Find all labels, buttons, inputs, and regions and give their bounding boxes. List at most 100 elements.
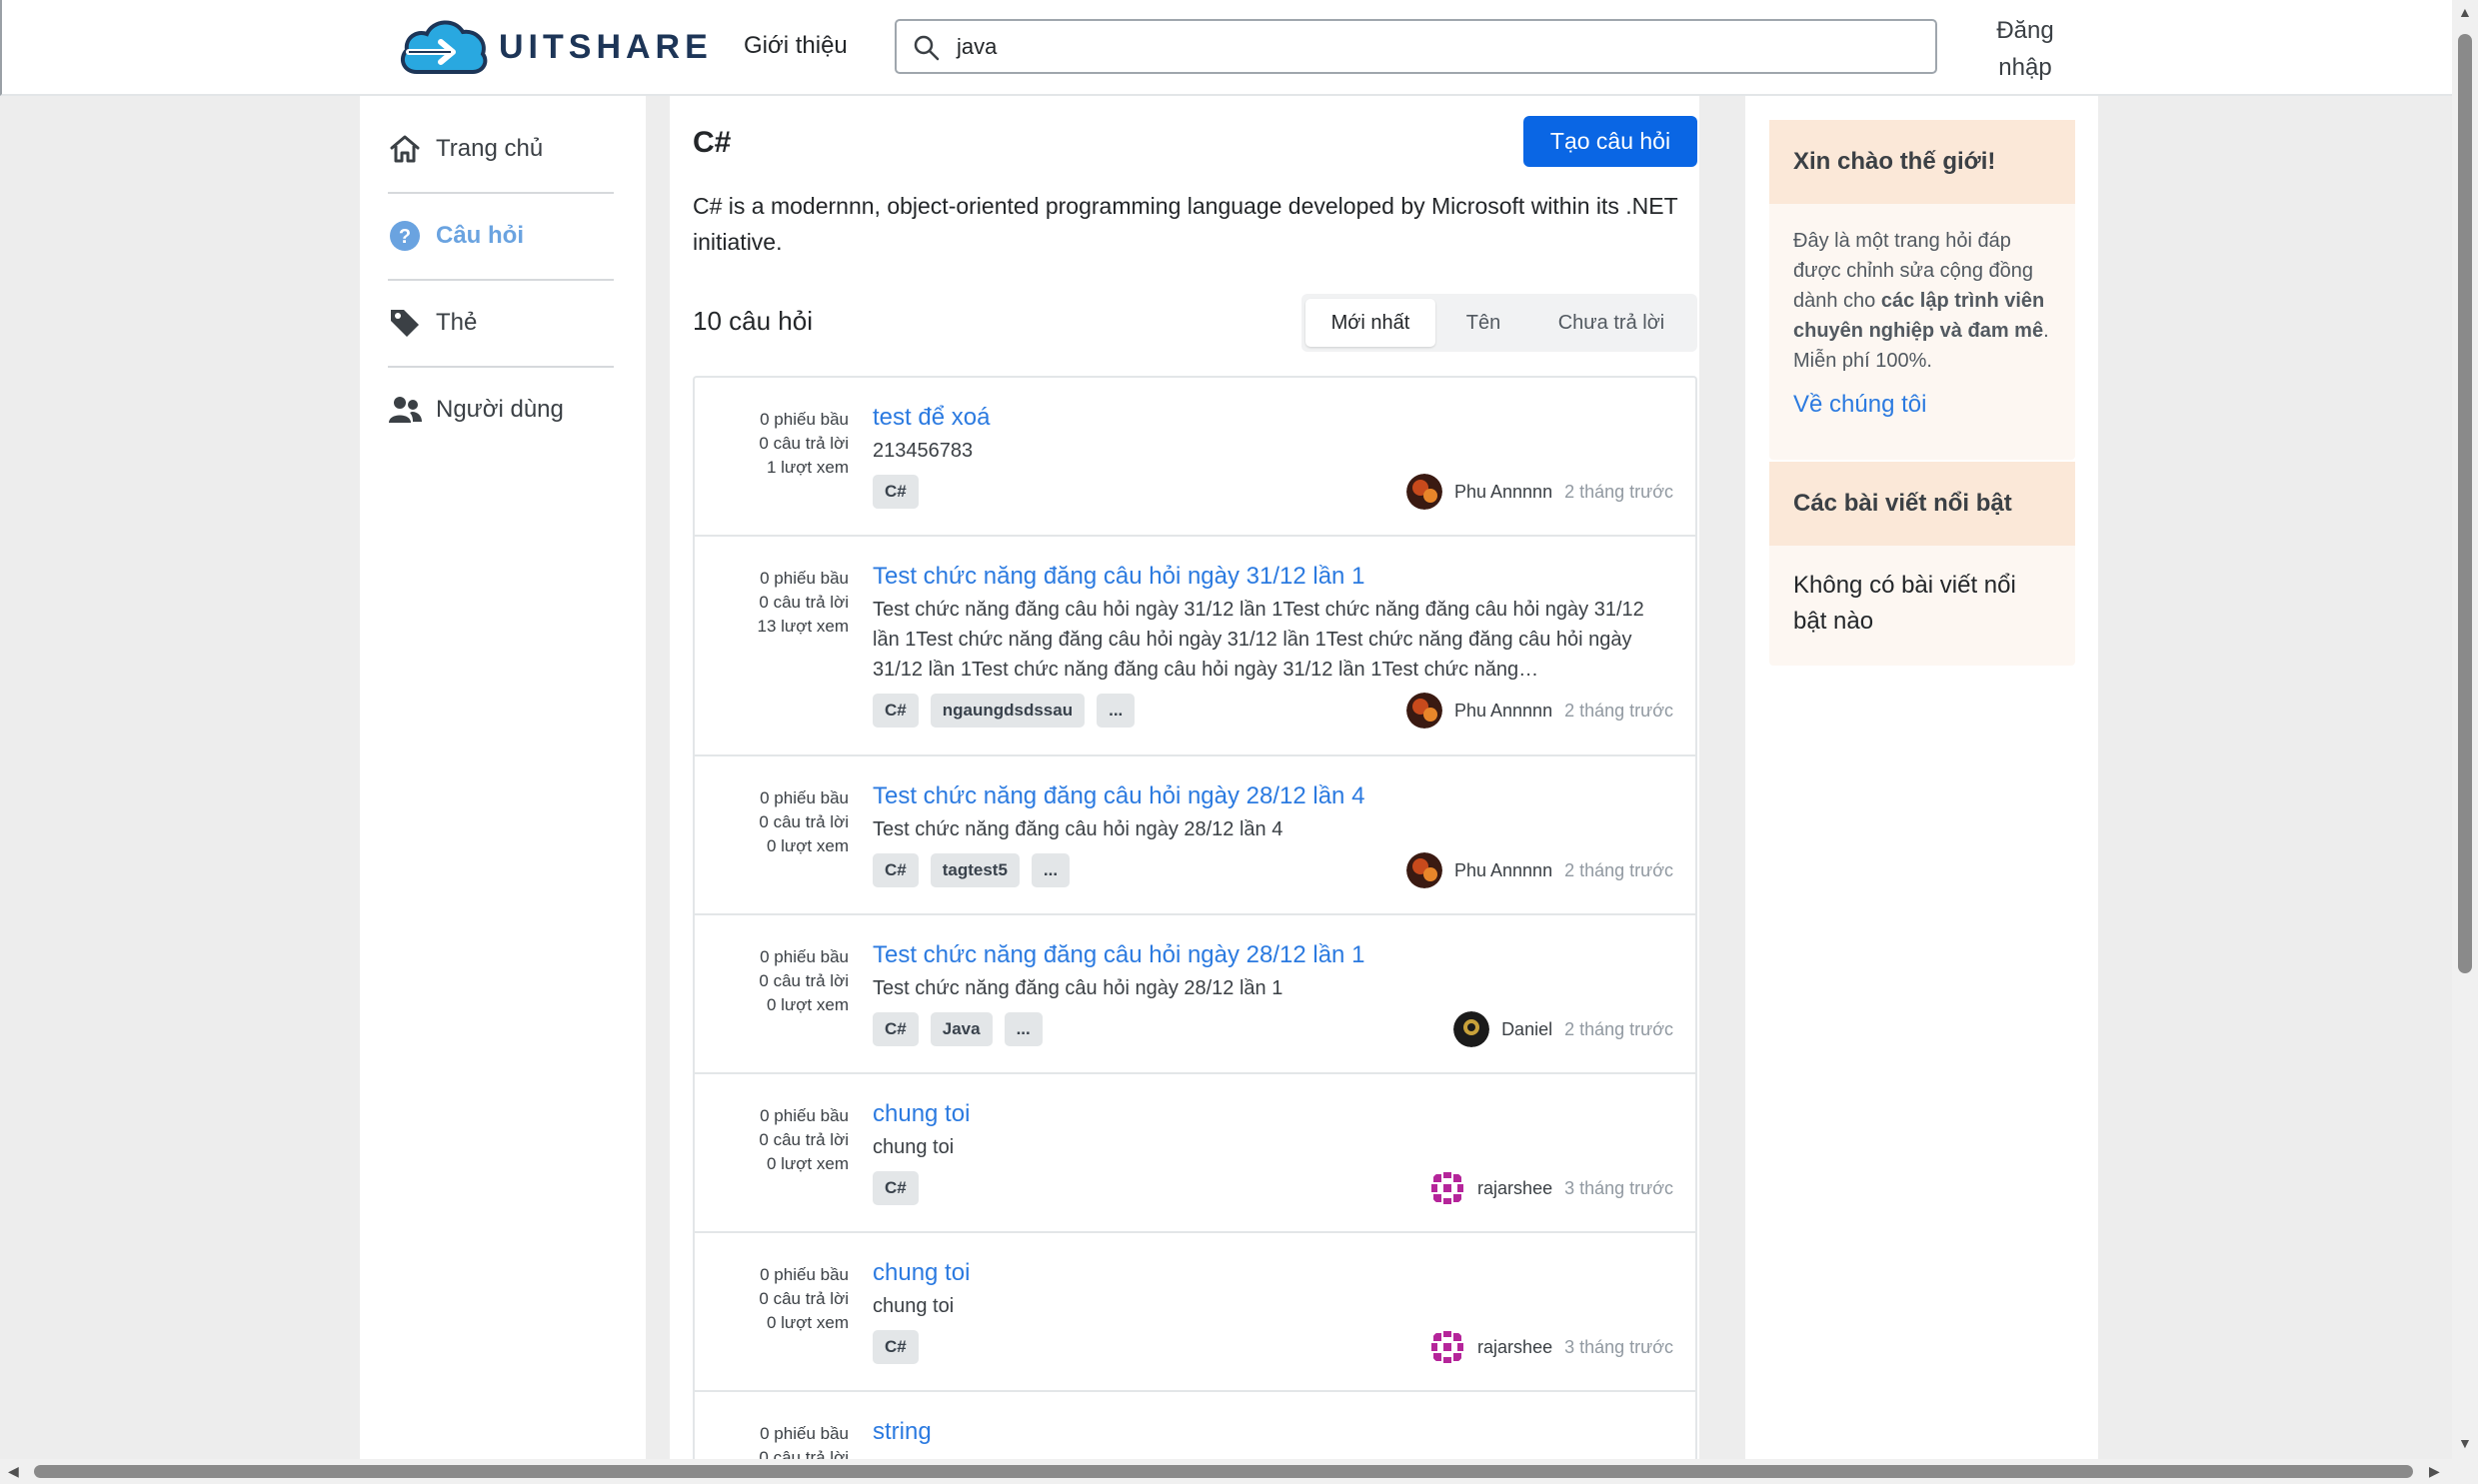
- featured-posts-card: Các bài viết nổi bật Không có bài viết n…: [1769, 462, 2075, 666]
- question-title[interactable]: test để xoá: [873, 404, 990, 432]
- avatar[interactable]: [1453, 1011, 1490, 1047]
- tag-list: C# tagtest5 ...: [873, 853, 1071, 887]
- question-circle-icon: ?: [388, 219, 422, 253]
- welcome-title: Xin chào thế giới!: [1769, 120, 2075, 204]
- scroll-right-icon[interactable]: ▶: [2429, 1463, 2440, 1480]
- horizontal-scroll-thumb[interactable]: [34, 1465, 2413, 1478]
- avatar[interactable]: [1405, 852, 1442, 888]
- tab-unanswered[interactable]: Chưa trả lời: [1531, 299, 1691, 347]
- login-link[interactable]: Đăng nhập: [1993, 12, 2057, 86]
- avatar[interactable]: [1405, 474, 1442, 510]
- search-value: java: [957, 34, 998, 59]
- question-stats: 0 phiếu bầu 0 câu trả lời 0 lượt xem: [695, 945, 849, 1017]
- tag-badge[interactable]: C#: [873, 1171, 919, 1205]
- votes-count: 0 phiếu bầu: [760, 1265, 849, 1284]
- post-time: 2 tháng trước: [1564, 700, 1673, 721]
- question-excerpt: chung toi: [873, 1295, 955, 1317]
- tag-more[interactable]: ...: [1031, 853, 1071, 887]
- logo-text: UITSHARE: [499, 27, 713, 66]
- question-stats: 0 phiếu bầu 0 câu trả lời: [695, 1422, 849, 1459]
- question-excerpt: Test chức năng đăng câu hỏi ngày 28/12 l…: [873, 977, 1283, 999]
- avatar[interactable]: [1405, 693, 1442, 729]
- views-count: 1 lượt xem: [766, 458, 849, 477]
- vertical-scroll-thumb[interactable]: [2458, 34, 2472, 973]
- scroll-left-icon[interactable]: ◀: [8, 1463, 19, 1480]
- welcome-text: Đây là một trang hỏi đáp được chỉnh sửa …: [1769, 204, 2075, 376]
- about-us-link[interactable]: Về chúng tôi: [1793, 391, 1926, 418]
- tag-badge[interactable]: C#: [873, 1012, 919, 1046]
- votes-count: 0 phiếu bầu: [760, 947, 849, 966]
- list-item: 0 phiếu bầu 0 câu trả lời 0 lượt xem chu…: [695, 1074, 1695, 1233]
- views-count: 0 lượt xem: [766, 836, 849, 855]
- sidebar-item-label: Thẻ: [436, 309, 478, 336]
- author-name[interactable]: rajarshee: [1477, 1337, 1552, 1358]
- author-name[interactable]: Phu Annnnn: [1454, 482, 1552, 503]
- views-count: 0 lượt xem: [766, 1154, 849, 1173]
- votes-count: 0 phiếu bầu: [760, 788, 849, 807]
- tag-more[interactable]: ...: [1097, 694, 1136, 728]
- question-author: rajarshee 3 tháng trước: [1429, 1329, 1673, 1365]
- answers-count: 0 câu trả lời: [759, 1448, 849, 1459]
- votes-count: 0 phiếu bầu: [760, 1106, 849, 1125]
- tag-badge[interactable]: C#: [873, 475, 919, 509]
- tag-badge[interactable]: C#: [873, 694, 919, 728]
- users-icon: [388, 393, 422, 427]
- author-name[interactable]: rajarshee: [1477, 1178, 1552, 1199]
- scroll-down-icon[interactable]: ▼: [2458, 1435, 2472, 1451]
- question-stats: 0 phiếu bầu 0 câu trả lời 0 lượt xem: [695, 1263, 849, 1335]
- post-time: 3 tháng trước: [1564, 1177, 1673, 1198]
- question-excerpt: chung toi: [873, 1136, 955, 1158]
- sidebar-item-home[interactable]: Trang chủ: [388, 106, 612, 192]
- tab-newest[interactable]: Mới nhất: [1305, 299, 1435, 347]
- author-name[interactable]: Daniel: [1501, 1019, 1552, 1040]
- question-title[interactable]: chung toi: [873, 1100, 970, 1128]
- tag-badge[interactable]: Java: [930, 1012, 993, 1046]
- main-content: C# Tạo câu hỏi C# is a modernnn, object-…: [670, 96, 1699, 1459]
- sort-tabs: Mới nhất Tên Chưa trả lời: [1301, 294, 1697, 352]
- right-sidebar: Xin chào thế giới! Đây là một trang hỏi …: [1745, 96, 2098, 1459]
- answers-count: 0 câu trả lời: [759, 593, 849, 612]
- post-time: 2 tháng trước: [1564, 481, 1673, 502]
- scroll-up-icon[interactable]: ▲: [2458, 4, 2472, 20]
- tag-badge[interactable]: C#: [873, 1330, 919, 1364]
- nav-about-link[interactable]: Giới thiệu: [744, 32, 848, 60]
- search-input[interactable]: java: [895, 19, 1937, 74]
- vertical-scrollbar[interactable]: ▲ ▼: [2452, 0, 2478, 1484]
- question-excerpt: 213456783: [873, 440, 974, 462]
- tab-name[interactable]: Tên: [1435, 299, 1531, 347]
- avatar[interactable]: [1429, 1329, 1466, 1365]
- sidebar-item-questions[interactable]: ? Câu hỏi: [388, 193, 612, 279]
- tag-badge[interactable]: ngaungdsdssau: [930, 694, 1086, 728]
- logo[interactable]: UITSHARE: [395, 14, 713, 80]
- question-title[interactable]: Test chức năng đăng câu hỏi ngày 31/12 l…: [873, 563, 1364, 591]
- welcome-card: Xin chào thế giới! Đây là một trang hỏi …: [1769, 120, 2075, 460]
- views-count: 0 lượt xem: [766, 995, 849, 1014]
- tag-list: C#: [873, 1330, 919, 1364]
- tag-badge[interactable]: C#: [873, 853, 919, 887]
- ask-question-button[interactable]: Tạo câu hỏi: [1523, 116, 1697, 167]
- question-stats: 0 phiếu bầu 0 câu trả lời 13 lượt xem: [695, 567, 850, 639]
- votes-count: 0 phiếu bầu: [760, 1424, 849, 1443]
- tag-list: C#: [873, 475, 919, 509]
- tag-badge[interactable]: tagtest5: [930, 853, 1020, 887]
- question-title[interactable]: chung toi: [873, 1259, 970, 1287]
- question-title[interactable]: string: [873, 1418, 932, 1446]
- sidebar-item-tags[interactable]: Thẻ: [388, 280, 612, 366]
- question-title[interactable]: Test chức năng đăng câu hỏi ngày 28/12 l…: [873, 941, 1364, 969]
- views-count: 0 lượt xem: [766, 1313, 849, 1332]
- avatar[interactable]: [1429, 1170, 1466, 1206]
- question-stats: 0 phiếu bầu 0 câu trả lời 1 lượt xem: [695, 408, 849, 480]
- sidebar-item-users[interactable]: Người dùng: [388, 367, 612, 453]
- votes-count: 0 phiếu bầu: [760, 569, 849, 588]
- horizontal-scrollbar[interactable]: ◀ ▶: [0, 1459, 2452, 1484]
- left-sidebar: Trang chủ ? Câu hỏi Thẻ Người dùng: [360, 96, 646, 1459]
- list-item: 0 phiếu bầu 0 câu trả lời 0 lượt xem chu…: [695, 1233, 1695, 1392]
- question-excerpt: Test chức năng đăng câu hỏi ngày 28/12 l…: [873, 818, 1283, 840]
- question-title[interactable]: Test chức năng đăng câu hỏi ngày 28/12 l…: [873, 782, 1364, 810]
- question-author: rajarshee 3 tháng trước: [1429, 1170, 1673, 1206]
- author-name[interactable]: Phu Annnnn: [1454, 860, 1552, 881]
- author-name[interactable]: Phu Annnnn: [1454, 701, 1552, 722]
- question-count: 10 câu hỏi: [693, 306, 813, 336]
- tag-icon: [388, 306, 422, 340]
- tag-more[interactable]: ...: [1004, 1012, 1043, 1046]
